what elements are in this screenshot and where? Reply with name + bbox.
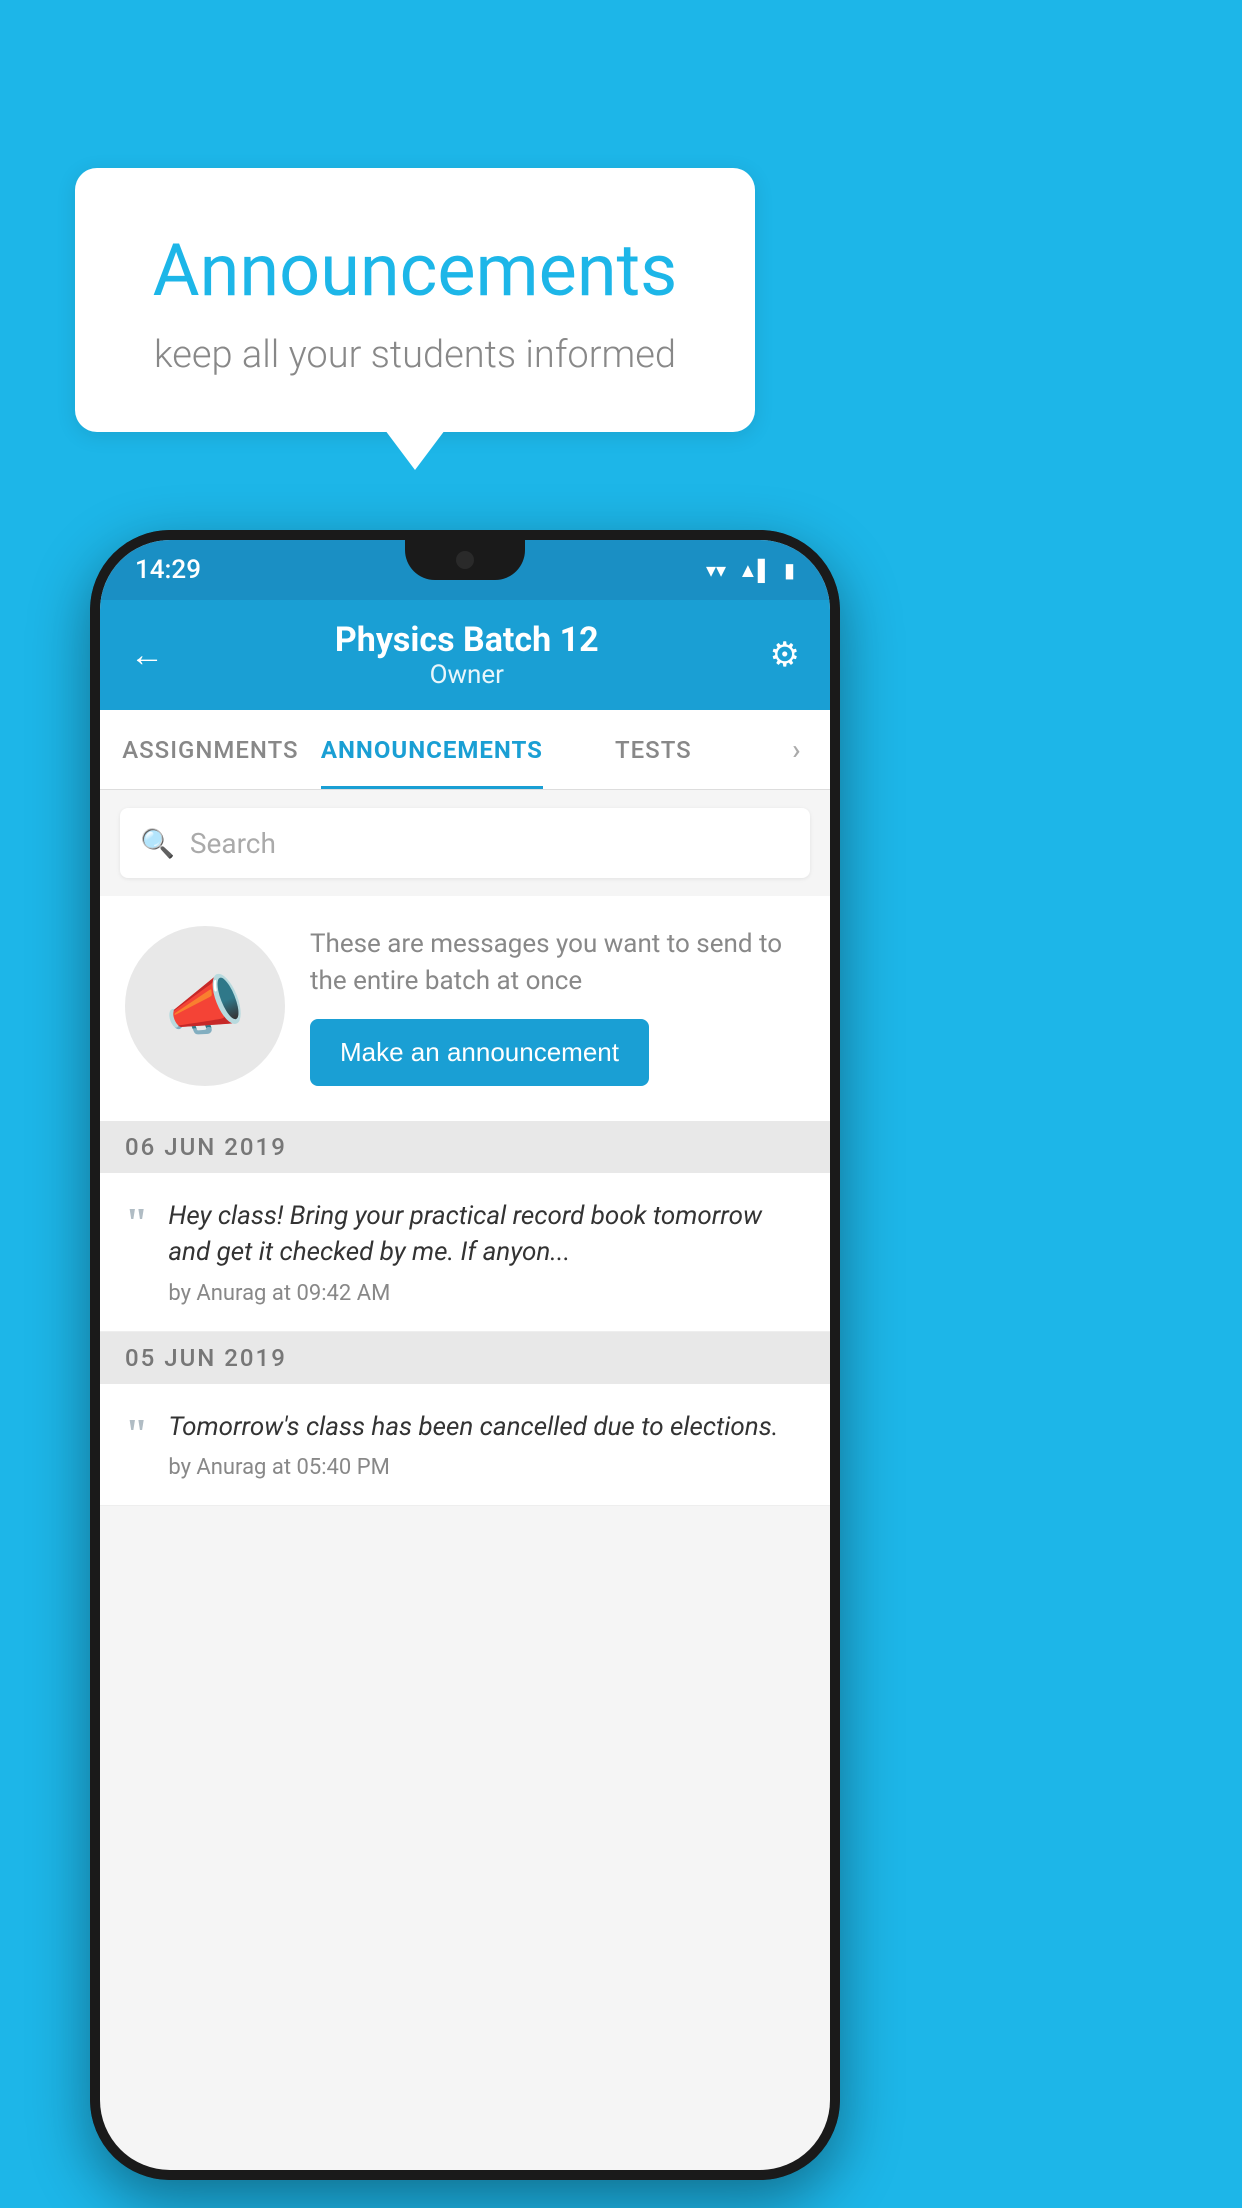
tab-assignments[interactable]: ASSIGNMENTS bbox=[100, 710, 321, 789]
megaphone-icon: 📣 bbox=[165, 968, 246, 1044]
phone-screen: 14:29 ▾▾ ▲▌ ▮ ← Physics Batch 12 Owner bbox=[100, 540, 830, 2170]
phone-inner: 14:29 ▾▾ ▲▌ ▮ ← Physics Batch 12 Owner bbox=[90, 530, 840, 2180]
speech-bubble-subtitle: keep all your students informed bbox=[125, 333, 705, 377]
back-button[interactable]: ← bbox=[130, 635, 164, 675]
header-center: Physics Batch 12 Owner bbox=[335, 620, 599, 690]
tab-tests[interactable]: TESTS bbox=[543, 710, 764, 789]
tab-announcements[interactable]: ANNOUNCEMENTS bbox=[321, 710, 543, 789]
promo-text-area: These are messages you want to send to t… bbox=[310, 926, 805, 1086]
search-icon: 🔍 bbox=[140, 827, 175, 860]
announcement-meta-2: by Anurag at 05:40 PM bbox=[168, 1455, 805, 1480]
header-title: Physics Batch 12 bbox=[335, 620, 599, 660]
date-separator-june5: 05 JUN 2019 bbox=[100, 1332, 830, 1384]
tabs-bar: ASSIGNMENTS ANNOUNCEMENTS TESTS › bbox=[100, 710, 830, 790]
signal-icon: ▲▌ bbox=[738, 558, 772, 583]
speech-bubble-card: Announcements keep all your students inf… bbox=[75, 168, 755, 432]
make-announcement-button[interactable]: Make an announcement bbox=[310, 1019, 649, 1086]
header-subtitle: Owner bbox=[335, 660, 599, 690]
status-time: 14:29 bbox=[135, 555, 201, 585]
content-area: 🔍 Search 📣 These are messages you want t… bbox=[100, 790, 830, 1506]
promo-icon-circle: 📣 bbox=[125, 926, 285, 1086]
announcement-meta-1: by Anurag at 09:42 AM bbox=[168, 1281, 805, 1306]
announcement-item-2[interactable]: " Tomorrow's class has been cancelled du… bbox=[100, 1384, 830, 1506]
search-bar[interactable]: 🔍 Search bbox=[120, 808, 810, 878]
date-separator-june6: 06 JUN 2019 bbox=[100, 1121, 830, 1173]
notch bbox=[405, 540, 525, 580]
battery-icon: ▮ bbox=[784, 558, 795, 582]
quote-icon-1: " bbox=[125, 1203, 148, 1245]
front-camera bbox=[456, 551, 474, 569]
announcement-item-1[interactable]: " Hey class! Bring your practical record… bbox=[100, 1173, 830, 1332]
promo-card: 📣 These are messages you want to send to… bbox=[100, 896, 830, 1121]
wifi-icon: ▾▾ bbox=[706, 558, 726, 582]
announcement-text-1: Hey class! Bring your practical record b… bbox=[168, 1198, 805, 1306]
phone-frame: 14:29 ▾▾ ▲▌ ▮ ← Physics Batch 12 Owner bbox=[90, 530, 840, 2180]
announcement-message-1: Hey class! Bring your practical record b… bbox=[168, 1198, 805, 1271]
status-icons: ▾▾ ▲▌ ▮ bbox=[706, 558, 795, 583]
search-input[interactable]: Search bbox=[190, 827, 276, 860]
status-bar-area: 14:29 ▾▾ ▲▌ ▮ bbox=[100, 540, 830, 600]
tab-more[interactable]: › bbox=[764, 710, 830, 789]
announcement-text-2: Tomorrow's class has been cancelled due … bbox=[168, 1409, 805, 1480]
speech-bubble-title: Announcements bbox=[125, 228, 705, 313]
promo-description: These are messages you want to send to t… bbox=[310, 926, 805, 999]
announcement-message-2: Tomorrow's class has been cancelled due … bbox=[168, 1409, 805, 1445]
app-header: ← Physics Batch 12 Owner ⚙ bbox=[100, 600, 830, 710]
quote-icon-2: " bbox=[125, 1414, 148, 1456]
settings-icon[interactable]: ⚙ bbox=[770, 635, 800, 675]
